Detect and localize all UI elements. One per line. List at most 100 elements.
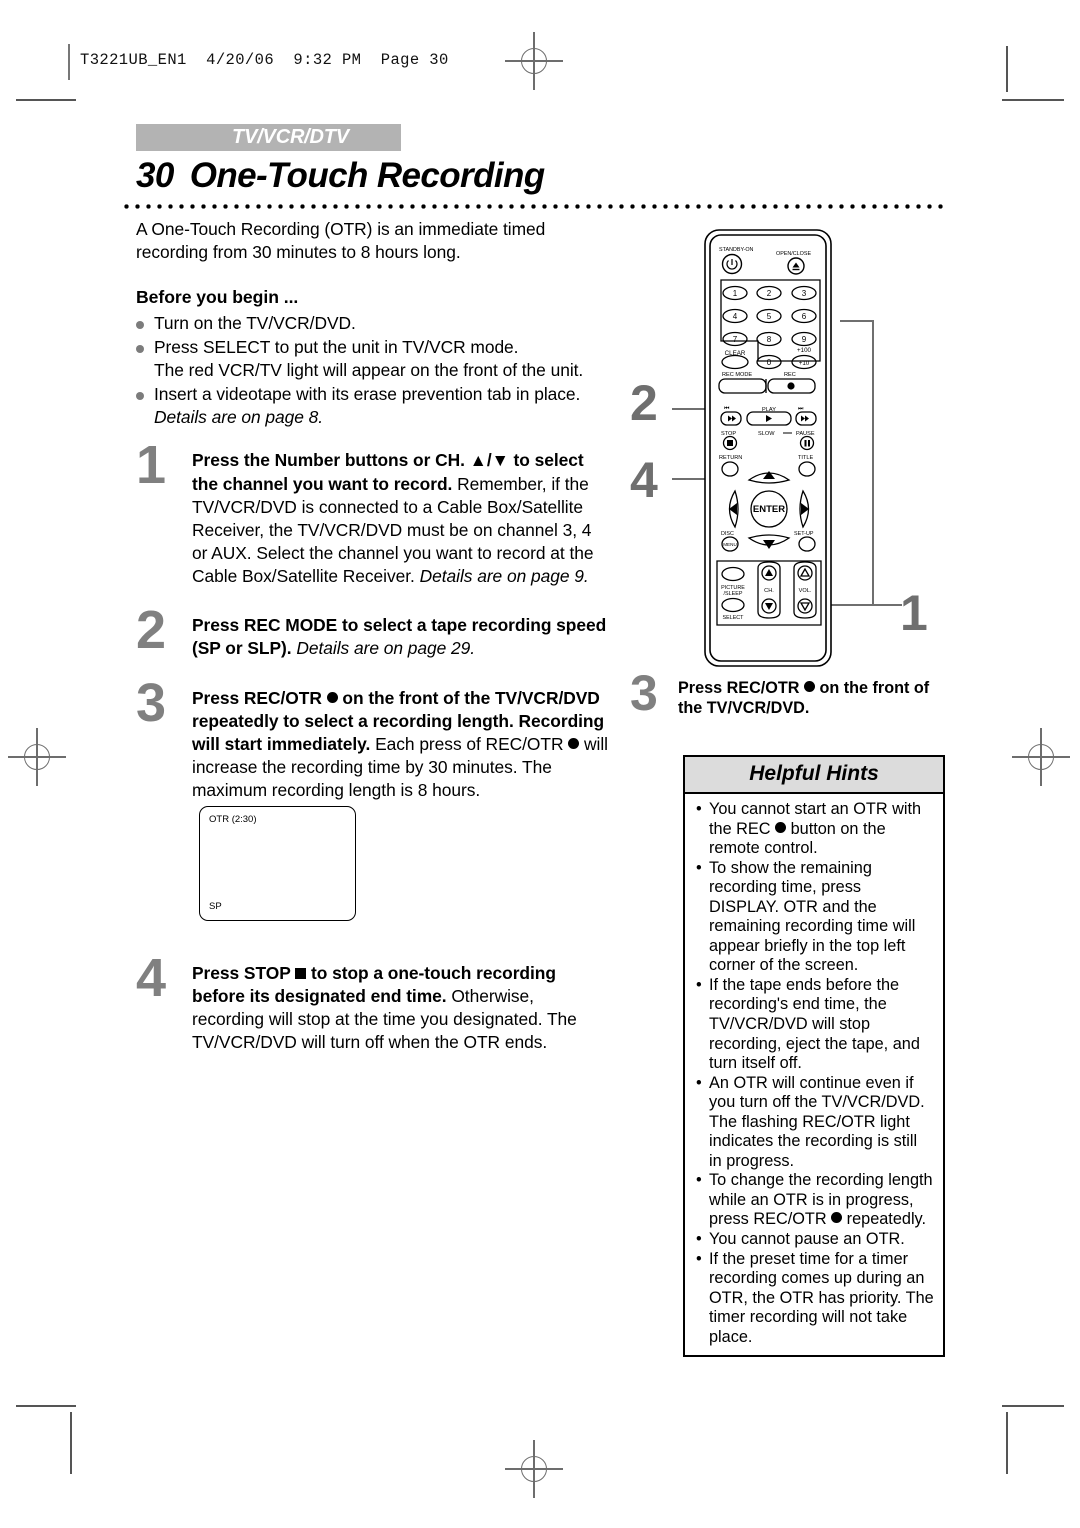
page-title-number: 30 — [136, 156, 174, 195]
svg-text:+10: +10 — [799, 360, 810, 367]
svg-text:+100: +100 — [797, 347, 811, 354]
step-4-bold-pre: Press STOP — [192, 963, 296, 983]
list-item-text: Insert a videotape with its erase preven… — [154, 384, 581, 405]
bullet-icon: • — [696, 800, 702, 818]
list-item: Press SELECT to put the unit in TV/VCR m… — [136, 336, 608, 382]
svg-text:8: 8 — [767, 335, 772, 344]
hint-item: • You cannot pause an OTR. — [694, 1230, 934, 1250]
bullet-icon: • — [696, 1073, 702, 1092]
callout-number-4: 4 — [630, 452, 658, 508]
svg-text:SELECT: SELECT — [723, 615, 745, 621]
callout-number-1: 1 — [900, 585, 928, 641]
svg-text:9: 9 — [802, 335, 807, 344]
callout-number-2: 2 — [630, 375, 658, 431]
hint-item: • If the tape ends before the recording'… — [694, 976, 934, 1074]
page-body: TV/VCR/DTV 30 One-Touch Recording A One-T… — [0, 0, 1080, 1528]
right-step-3-line1-pre: Press REC/OTR — [678, 679, 804, 697]
list-item: Insert a videotape with its erase preven… — [136, 383, 608, 429]
svg-text:CH.: CH. — [764, 588, 774, 594]
svg-text:2: 2 — [767, 289, 772, 298]
hint-text: To show the remaining recording time, pr… — [709, 858, 916, 975]
bullet-dot-icon — [136, 320, 144, 329]
svg-text:6: 6 — [802, 312, 807, 321]
hint-item: • You cannot start an OTR with the REC b… — [694, 800, 934, 859]
page-title-text: One-Touch Recording — [189, 156, 545, 195]
hint-text-post: repeatedly. — [842, 1210, 927, 1229]
record-dot-icon — [775, 821, 787, 833]
svg-text:⏭: ⏭ — [798, 406, 804, 412]
svg-text:CLEAR: CLEAR — [725, 350, 746, 357]
step-3-body-pre: Each press of REC/OTR — [375, 733, 569, 754]
helpful-hints-list: • You cannot start an OTR with the REC b… — [685, 794, 943, 1355]
svg-text:1: 1 — [733, 289, 738, 298]
svg-text:0: 0 — [767, 358, 772, 367]
record-dot-icon — [803, 681, 815, 692]
right-step-3-line1-post: on the — [814, 679, 869, 697]
list-item-text: Turn on the TV/VCR/DVD. — [154, 312, 356, 333]
step-1-reference: Details are on page 9. — [419, 566, 589, 587]
step-3-bold-pre: Press REC/OTR — [192, 687, 327, 708]
svg-text:OPEN/CLOSE: OPEN/CLOSE — [776, 251, 811, 257]
svg-text:REC MODE: REC MODE — [722, 372, 752, 378]
remote-control-illustration: STANDBY-ON OPEN/CLOSE 1 2 3 4 5 6 7 8 9 … — [688, 228, 848, 668]
svg-text:SLOW: SLOW — [758, 431, 775, 437]
svg-text:ENTER: ENTER — [753, 504, 785, 515]
bullet-dot-icon — [136, 392, 144, 401]
svg-text:TITLE: TITLE — [798, 455, 813, 461]
section-tab-tv-vcr-dtv: TV/VCR/DTV — [136, 124, 401, 151]
list-item: Turn on the TV/VCR/DVD. — [136, 312, 608, 335]
step-2-number: 2 — [136, 600, 166, 661]
right-step-3: 3 Press REC/OTR on the front of the TV/V… — [630, 668, 950, 719]
hint-text: If the tape ends before the recording's … — [709, 975, 920, 1073]
svg-text:RETURN: RETURN — [719, 455, 742, 461]
bullet-icon: • — [696, 1230, 702, 1249]
step-2-reference: Details are on page 29. — [296, 638, 476, 659]
osd-screen-illustration: OTR (2:30) SP — [199, 806, 356, 921]
left-column-lower: 4 Press STOP to stop a one-touch recordi… — [136, 951, 608, 1055]
hint-text: If the preset time for a timer recording… — [709, 1249, 934, 1346]
svg-text:4: 4 — [733, 312, 738, 321]
svg-text:3: 3 — [802, 289, 807, 298]
section-tab-label: TV/VCR/DTV — [232, 126, 349, 148]
step-3-number: 3 — [136, 672, 166, 733]
bullet-icon: • — [696, 975, 702, 994]
step-4: 4 Press STOP to stop a one-touch recordi… — [136, 951, 608, 1055]
step-3: 3 Press REC/OTR on the front of the TV/V… — [136, 676, 608, 803]
helpful-hints-title: Helpful Hints — [685, 757, 943, 794]
svg-text:REC: REC — [784, 372, 796, 378]
intro-paragraph: A One-Touch Recording (OTR) is an immedi… — [136, 219, 546, 263]
osd-otr-label: OTR (2:30) — [209, 814, 257, 825]
svg-text:MENU: MENU — [723, 542, 737, 547]
list-item-reference: Details are on page 8. — [154, 407, 324, 428]
step-4-number: 4 — [136, 948, 166, 1008]
before-you-begin-heading: Before you begin ... — [136, 287, 299, 308]
bullet-icon: • — [696, 858, 702, 877]
bullet-dot-icon — [136, 344, 144, 353]
osd-sp-label: SP — [209, 901, 222, 912]
list-item-subtext: The red VCR/TV light will appear on the … — [154, 359, 584, 380]
record-dot-icon — [568, 737, 580, 749]
hint-item: • To show the remaining recording time, … — [694, 859, 934, 976]
svg-text:STANDBY-ON: STANDBY-ON — [719, 247, 754, 253]
hint-text: An OTR will continue even if you turn of… — [709, 1073, 925, 1170]
step-1-number: 1 — [136, 435, 166, 496]
svg-text:5: 5 — [767, 312, 772, 321]
svg-text:VOL.: VOL. — [799, 588, 812, 594]
right-step-3-number: 3 — [630, 665, 658, 721]
record-dot-icon — [831, 1212, 843, 1224]
step-1: 1 Press the Number buttons or CH. ▲/▼ to… — [136, 438, 608, 588]
svg-text:/SLEEP: /SLEEP — [724, 591, 743, 597]
stop-square-icon — [295, 968, 307, 979]
helpful-hints-box: Helpful Hints • You cannot start an OTR … — [683, 755, 945, 1358]
callout-leader-1-vertical — [872, 320, 874, 606]
svg-text:⏮: ⏮ — [724, 406, 730, 412]
step-2: 2 Press REC MODE to select a tape record… — [136, 603, 608, 660]
title-dotted-rule — [124, 204, 948, 212]
hint-item: • An OTR will continue even if you turn … — [694, 1074, 934, 1172]
page-title: 30 One-Touch Recording — [136, 156, 545, 196]
hint-item: • If the preset time for a timer recordi… — [694, 1250, 934, 1348]
svg-text:7: 7 — [733, 335, 738, 344]
left-column: A One-Touch Recording (OTR) is an immedi… — [136, 218, 608, 802]
record-dot-icon — [326, 691, 338, 703]
hint-text: You cannot pause an OTR. — [709, 1230, 905, 1249]
